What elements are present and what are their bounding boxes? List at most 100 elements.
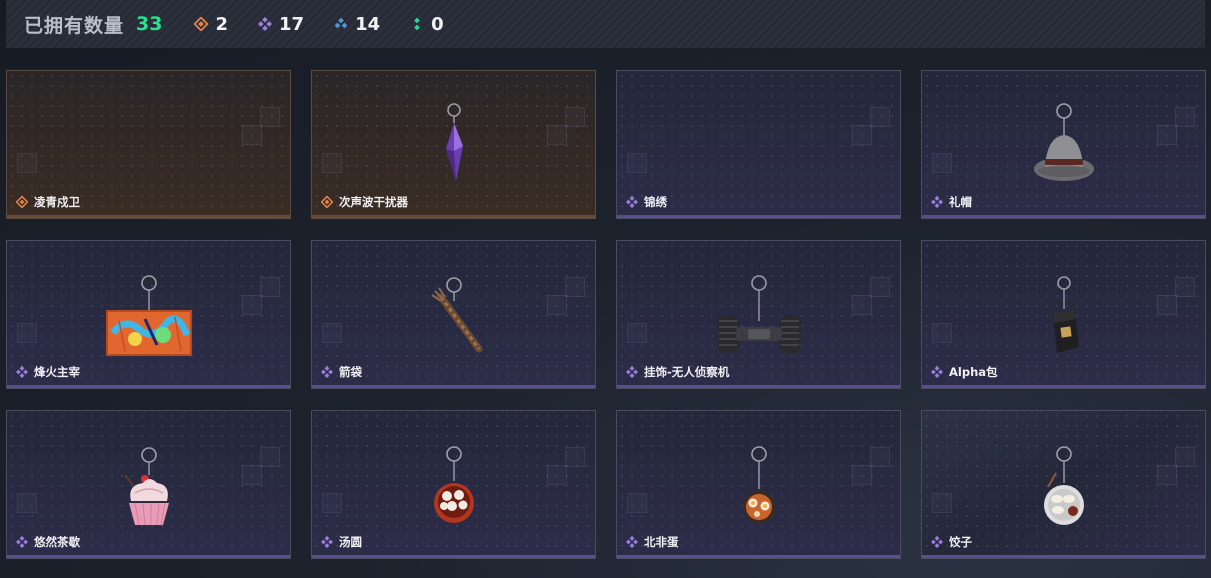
green-rarity-stat: 0 (410, 14, 444, 35)
dumpling-plate-charm-icon (1043, 446, 1084, 525)
item-name: Alpha包 (949, 365, 998, 379)
card-decoration (547, 295, 567, 315)
card-decoration (565, 447, 585, 467)
item-name: 悠然茶歇 (34, 535, 80, 549)
card-decoration (627, 493, 647, 513)
card-decoration (242, 125, 262, 145)
orange-rarity-icon (16, 196, 28, 208)
item-label: 次声波干扰器 (321, 194, 408, 210)
card-decoration (870, 277, 890, 297)
green-rarity-count: 0 (431, 13, 444, 35)
item-card[interactable]: 礼帽 (921, 70, 1206, 219)
purple-rarity-icon (931, 196, 943, 208)
card-decoration (547, 465, 567, 485)
card-decoration (932, 323, 952, 343)
blue-rarity-count: 14 (355, 13, 381, 35)
card-decoration (627, 323, 647, 343)
card-decoration (242, 295, 262, 315)
item-name: 饺子 (949, 535, 972, 549)
item-name: 北非蛋 (644, 535, 679, 549)
purple-rarity-icon (258, 17, 272, 31)
alpha-pack-charm-icon (1052, 276, 1079, 353)
shakshuka-pan-charm-icon (742, 446, 775, 523)
purple-rarity-icon (321, 366, 333, 378)
tangyuan-bowl-charm-icon (433, 446, 474, 523)
item-label: 挂饰-无人侦察机 (626, 364, 729, 380)
recon-drone-charm-icon (716, 275, 801, 353)
card-decoration (17, 323, 37, 343)
blue-rarity-stat: 14 (334, 14, 380, 35)
item-card[interactable]: 悠然茶歇 (6, 410, 291, 559)
item-card[interactable]: 挂饰-无人侦察机 (616, 240, 901, 389)
item-label: 礼帽 (931, 194, 972, 210)
card-decoration (1157, 125, 1177, 145)
item-name: 礼帽 (949, 195, 972, 209)
card-decoration (565, 107, 585, 127)
item-label: 锦绣 (626, 194, 667, 210)
item-label: 烽火主宰 (16, 364, 80, 380)
purple-rarity-icon (931, 536, 943, 548)
item-card[interactable]: 北非蛋 (616, 410, 901, 559)
card-decoration (1157, 295, 1177, 315)
card-decoration (260, 277, 280, 297)
blue-rarity-icon (334, 17, 348, 29)
purple-rarity-icon (931, 366, 943, 378)
card-decoration (932, 493, 952, 513)
purple-rarity-icon (16, 366, 28, 378)
item-label: 凌青戍卫 (16, 194, 80, 210)
cupcake-charm-icon (123, 447, 169, 526)
purple-rarity-icon (626, 366, 638, 378)
item-card[interactable]: 饺子 (921, 410, 1206, 559)
graffiti-container-charm-icon (105, 275, 192, 356)
card-decoration (565, 277, 585, 297)
card-decoration (242, 465, 262, 485)
item-card[interactable]: 锦绣 (616, 70, 901, 219)
card-decoration (852, 125, 872, 145)
card-decoration (1175, 277, 1195, 297)
item-label: 悠然茶歇 (16, 534, 80, 550)
card-decoration (547, 125, 567, 145)
item-card[interactable]: 箭袋 (311, 240, 596, 389)
purple-crystal-pendant-icon (445, 103, 463, 181)
orange-rarity-icon (321, 196, 333, 208)
card-decoration (1157, 465, 1177, 485)
orange-rarity-icon (194, 17, 209, 31)
inventory-summary-bar: 已拥有数量 33 2 17 14 0 (6, 0, 1205, 48)
item-card[interactable]: 汤圆 (311, 410, 596, 559)
purple-rarity-icon (626, 196, 638, 208)
card-decoration (322, 493, 342, 513)
item-name: 凌青戍卫 (34, 195, 80, 209)
item-label: 饺子 (931, 534, 972, 550)
card-decoration (322, 323, 342, 343)
owned-total-count: 33 (136, 13, 163, 35)
card-decoration (17, 153, 37, 173)
purple-rarity-stat: 17 (258, 14, 304, 35)
card-decoration (852, 295, 872, 315)
item-name: 次声波干扰器 (339, 195, 408, 209)
item-label: 北非蛋 (626, 534, 679, 550)
item-name: 箭袋 (339, 365, 362, 379)
card-decoration (932, 153, 952, 173)
item-card[interactable]: 烽火主宰 (6, 240, 291, 389)
item-name: 挂饰-无人侦察机 (644, 365, 730, 379)
fedora-hat-charm-icon (1033, 103, 1094, 181)
item-label: 汤圆 (321, 534, 362, 550)
item-label: 箭袋 (321, 364, 362, 380)
item-card[interactable]: 凌青戍卫 (6, 70, 291, 219)
item-name: 锦绣 (644, 195, 667, 209)
orange-rarity-stat: 2 (194, 14, 228, 35)
purple-rarity-count: 17 (279, 13, 305, 35)
card-decoration (1175, 107, 1195, 127)
card-decoration (322, 153, 342, 173)
item-card[interactable]: Alpha包 (921, 240, 1206, 389)
owned-count-label: 已拥有数量 (24, 14, 125, 37)
card-decoration (852, 465, 872, 485)
card-decoration (870, 107, 890, 127)
card-decoration (1175, 447, 1195, 467)
item-name: 烽火主宰 (34, 365, 80, 379)
orange-rarity-count: 2 (215, 13, 228, 35)
item-name: 汤圆 (339, 535, 362, 549)
item-label: Alpha包 (931, 364, 998, 380)
purple-rarity-icon (16, 536, 28, 548)
item-card[interactable]: 次声波干扰器 (311, 70, 596, 219)
